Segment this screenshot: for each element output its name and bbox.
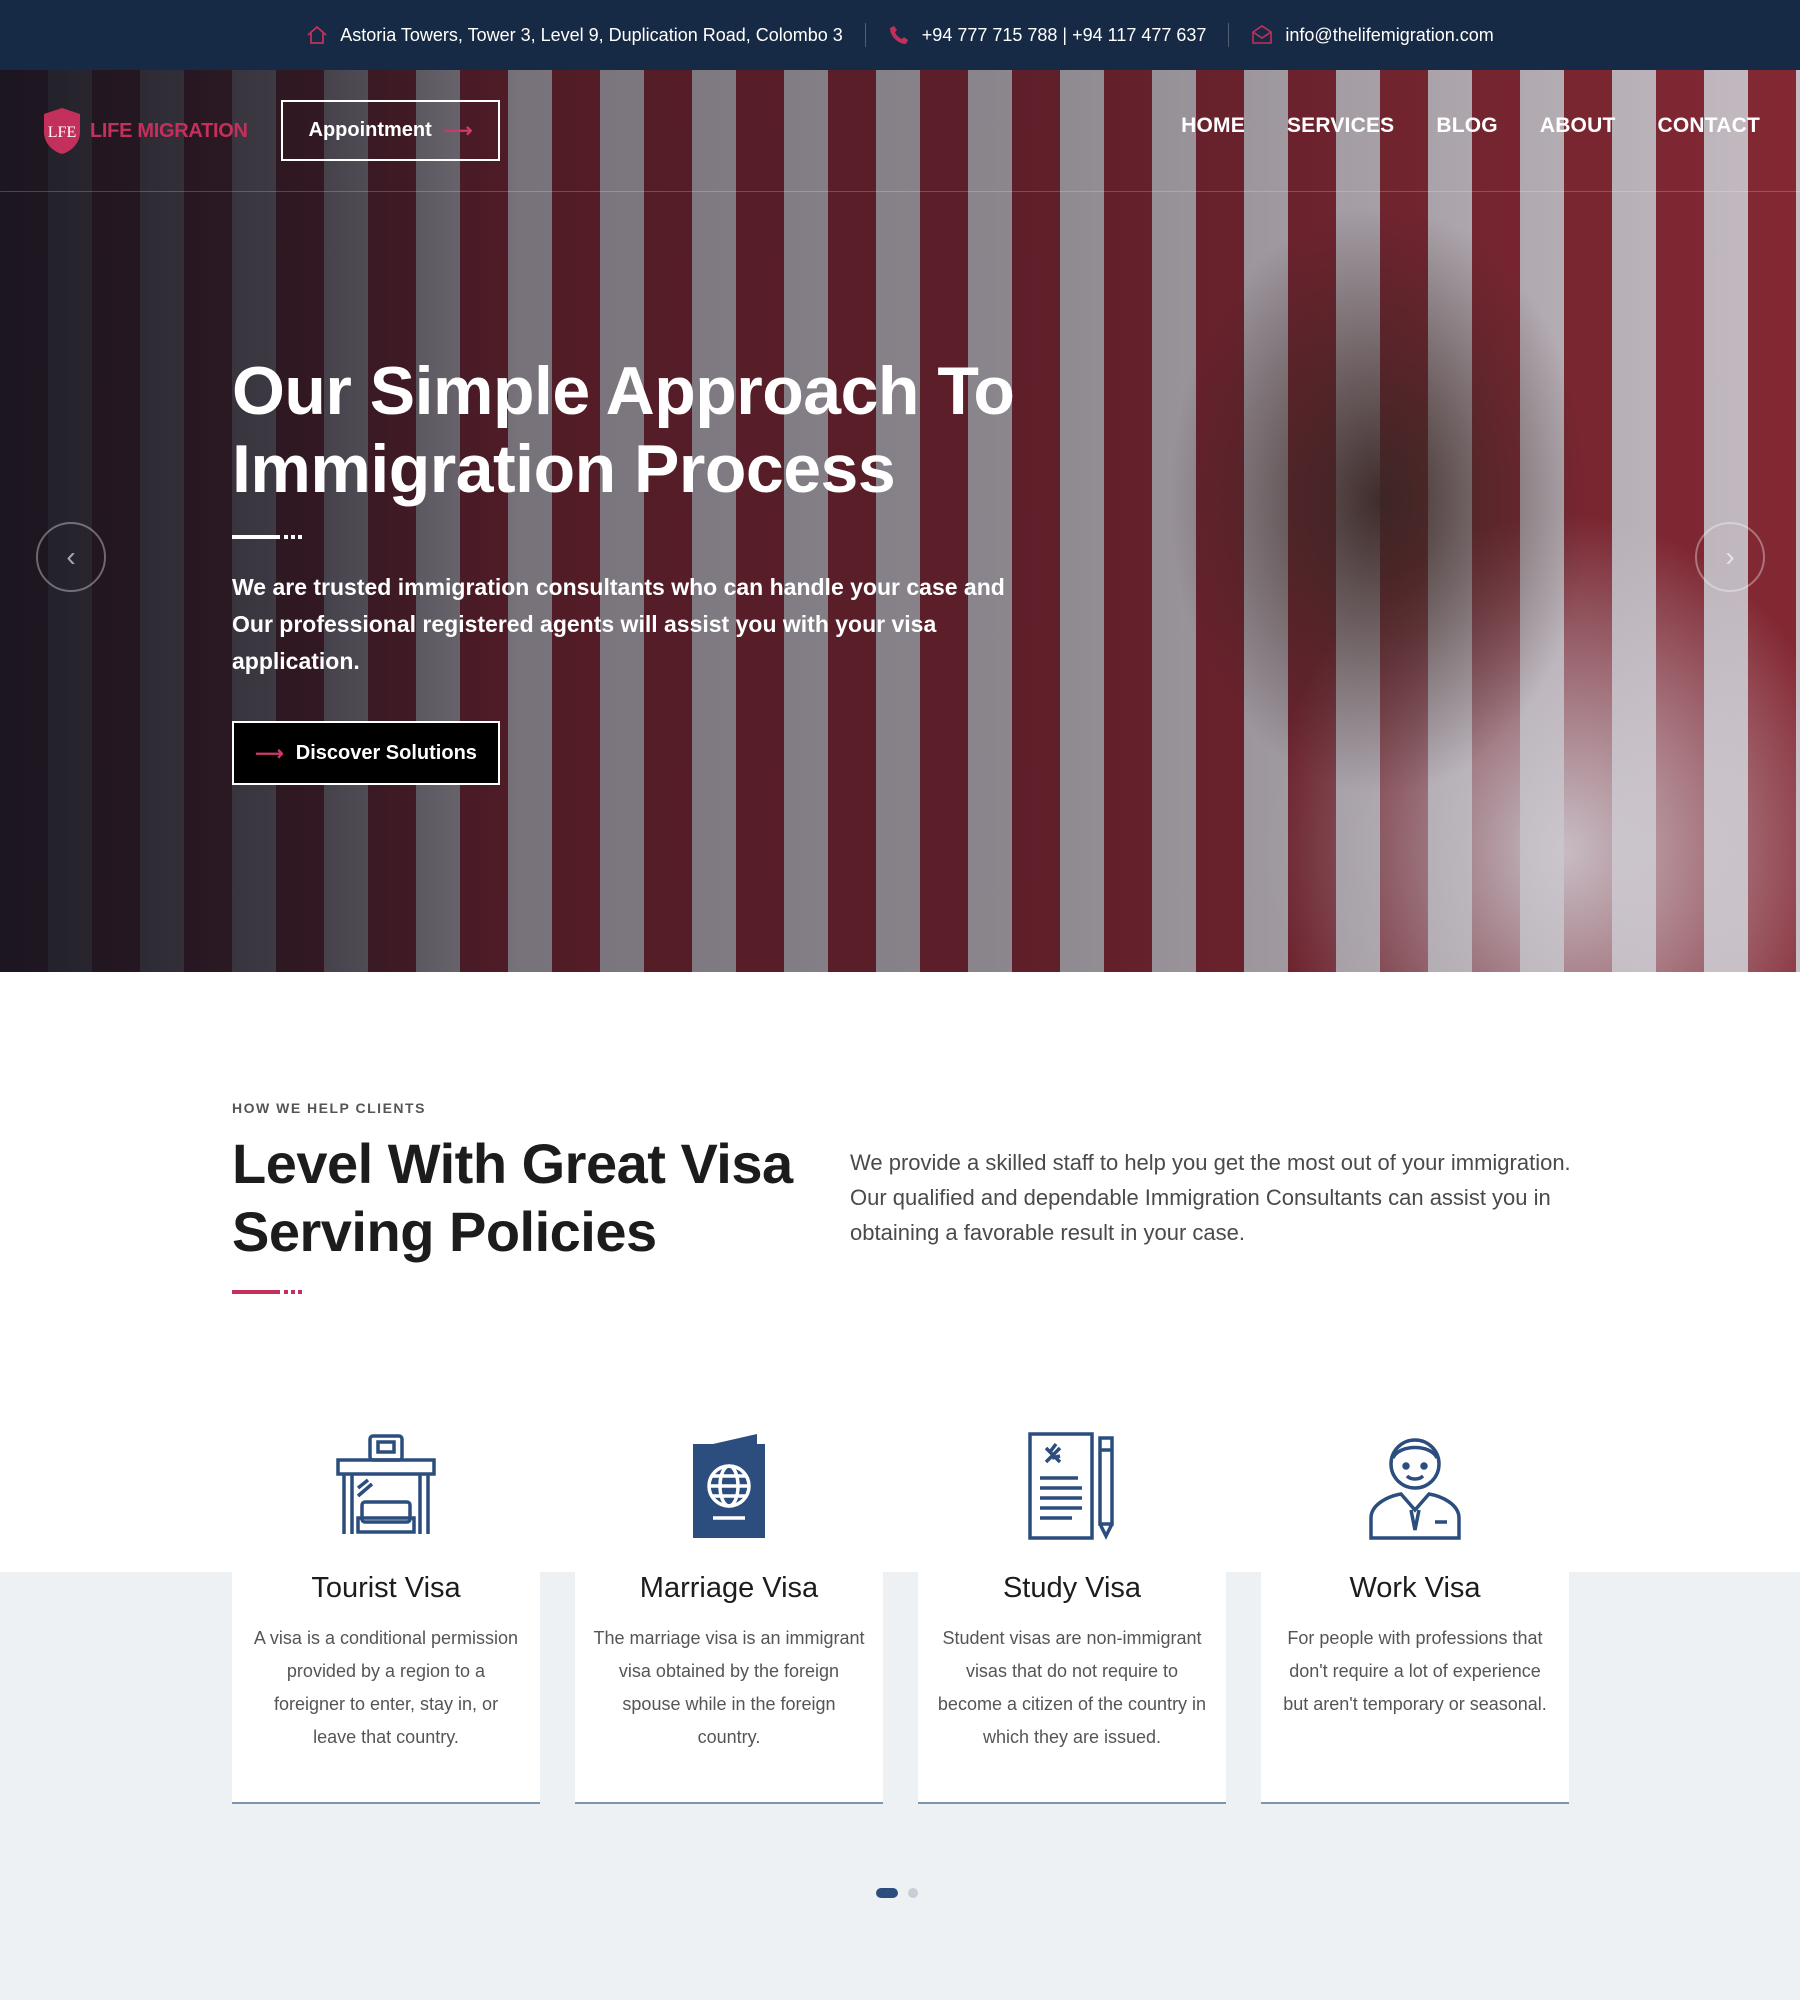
phone-item[interactable]: +94 777 715 788 | +94 117 477 637 <box>866 24 1229 46</box>
services-intro-section <box>0 972 1800 1572</box>
carousel-pagination <box>876 1888 918 1898</box>
card-text: The marriage visa is an immigrant visa o… <box>593 1628 865 1747</box>
email-text[interactable]: info@thelifemigration.com <box>1285 25 1493 46</box>
envelope-icon <box>1251 24 1273 46</box>
svg-text:LFE: LFE <box>48 124 76 141</box>
nav-home[interactable]: HOME <box>1181 114 1245 138</box>
section-title: Level With Great Visa Serving Policies <box>232 1132 793 1263</box>
brand-name: LIFE MIGRATION <box>90 119 248 142</box>
card-title: Marriage Visa <box>639 1572 819 1604</box>
nav-contact[interactable]: CONTACT <box>1658 114 1761 138</box>
hero-description: We are trusted immigration consultants w… <box>232 574 1005 674</box>
nav-about[interactable]: ABOUT <box>1540 114 1616 138</box>
nav-blog[interactable]: BLOG <box>1436 114 1497 138</box>
phone-icon <box>888 24 910 46</box>
email-item[interactable]: info@thelifemigration.com <box>1229 24 1515 46</box>
home-icon <box>306 24 328 46</box>
card-title: Study Visa <box>1002 1572 1142 1604</box>
nav-services[interactable]: SERVICES <box>1287 114 1394 138</box>
service-card-work-visa[interactable]: Work Visa For people with professions th… <box>1261 1438 1569 1804</box>
address-text: Astoria Towers, Tower 3, Level 9, Duplic… <box>340 24 843 45</box>
service-card-marriage-visa[interactable]: Marriage Visa The marriage visa is an im… <box>575 1434 883 1804</box>
pagination-dot-2[interactable] <box>908 1888 918 1898</box>
card-title: Tourist Visa <box>311 1572 461 1604</box>
document-icon <box>1028 1432 1114 1540</box>
appointment-button[interactable]: Appointment ⟶ <box>281 100 500 161</box>
main-navbar: LFE LIFE MIGRATION Appointment ⟶ HOME SE… <box>0 70 1800 192</box>
card-text: A visa is a conditional permission provi… <box>253 1628 519 1747</box>
arrow-right-icon: ⟶ <box>443 120 473 142</box>
arrow-right-icon: ⟶ <box>255 742 284 765</box>
shield-logo-icon: LFE <box>44 108 80 154</box>
section-eyebrow: HOW WE HELP CLIENTS <box>232 1100 426 1116</box>
tourist-icon <box>336 1434 436 1534</box>
pagination-dot-1[interactable] <box>876 1888 898 1898</box>
worker-icon <box>1369 1438 1461 1540</box>
chevron-left-icon: ‹ <box>66 541 76 572</box>
card-text: For people with professions that don't r… <box>1283 1628 1547 1714</box>
service-card-study-visa[interactable]: Study Visa Student visas are non-immigra… <box>918 1432 1226 1804</box>
hero-title: Our Simple Approach To Immigration Proce… <box>232 353 1015 507</box>
nav-menu: HOME SERVICES BLOG ABOUT CONTACT <box>1181 114 1760 138</box>
section-underline <box>232 1290 302 1294</box>
section-description: We provide a skilled staff to help you g… <box>850 1150 1571 1245</box>
card-title: Work Visa <box>1349 1572 1481 1604</box>
address-item: Astoria Towers, Tower 3, Level 9, Duplic… <box>284 24 865 46</box>
top-info-bar: Astoria Towers, Tower 3, Level 9, Duplic… <box>0 0 1800 70</box>
site-logo[interactable]: LFE LIFE MIGRATION <box>42 106 248 156</box>
phone-text[interactable]: +94 777 715 788 | +94 117 477 637 <box>922 25 1207 46</box>
discover-solutions-button[interactable]: ⟶ Discover Solutions <box>232 721 500 785</box>
passport-icon <box>693 1434 765 1538</box>
title-underline <box>232 535 302 539</box>
service-card-tourist-visa[interactable]: Tourist Visa A visa is a conditional per… <box>232 1434 540 1804</box>
chevron-right-icon: › <box>1725 541 1735 572</box>
hero-slider: LFE LIFE MIGRATION Appointment ⟶ HOME SE… <box>0 70 1800 972</box>
discover-label: Discover Solutions <box>295 741 477 764</box>
card-text: Student visas are non-immigrant visas th… <box>937 1628 1207 1747</box>
slider-prev-button[interactable]: ‹ <box>36 522 106 592</box>
appointment-label: Appointment <box>308 119 432 141</box>
slider-next-button[interactable]: › <box>1695 522 1765 592</box>
